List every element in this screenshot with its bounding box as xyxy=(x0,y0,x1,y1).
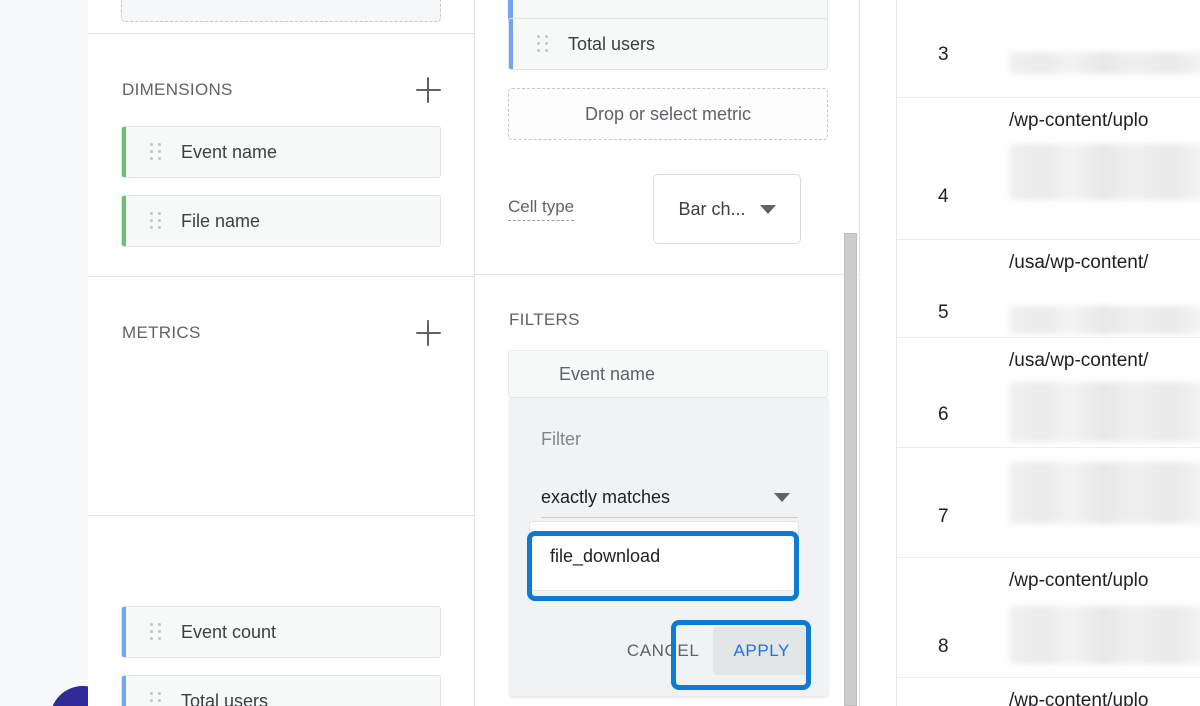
dimensions-title: DIMENSIONS xyxy=(122,80,233,99)
table-row-rank: 4 xyxy=(938,186,949,207)
table-row-rank: 7 xyxy=(938,506,949,527)
redacted-content xyxy=(1009,382,1200,442)
dimension-chip-event-name[interactable]: Event name xyxy=(121,126,441,178)
cell-type-select[interactable]: Bar ch... xyxy=(653,174,801,244)
drag-handle-icon[interactable] xyxy=(150,212,164,230)
drag-handle-icon[interactable] xyxy=(537,35,551,53)
cell-type-label: Cell type xyxy=(508,197,575,221)
cancel-button[interactable]: CANCEL xyxy=(617,629,710,673)
apply-button[interactable]: APPLY xyxy=(713,627,810,675)
variables-panel: DIMENSIONS Event name File name METRICS … xyxy=(88,0,475,706)
tab-metric-chip-total-users[interactable]: Total users xyxy=(508,18,828,70)
table-row[interactable]: 5/usa/wp-content/ xyxy=(896,240,1200,338)
table-row-path: /wp-content/uplo xyxy=(1009,570,1149,591)
filter-value-text: file_download xyxy=(550,545,661,566)
table-row-rank: 8 xyxy=(938,636,949,657)
metrics-section: METRICS Event count Total users xyxy=(88,277,475,706)
filter-chip-event-name[interactable]: Event name xyxy=(508,350,828,398)
filter-chip-label: Event name xyxy=(559,363,656,384)
table-row-rank: 3 xyxy=(938,44,949,65)
table-row-path: /wp-content/uplo xyxy=(1009,690,1149,706)
tab-settings-divider xyxy=(475,274,859,275)
redacted-content xyxy=(1009,144,1200,200)
filter-value-input[interactable]: file_download xyxy=(529,521,799,591)
filter-panel-actions: CANCEL APPLY xyxy=(510,620,828,682)
table-row[interactable]: 7 xyxy=(896,448,1200,558)
dimensions-header: DIMENSIONS xyxy=(122,77,441,103)
redacted-content xyxy=(1009,462,1200,524)
metric-dropzone[interactable]: Drop or select metric xyxy=(508,88,828,140)
table-row-rank: 5 xyxy=(938,302,949,323)
filter-match-type-value: exactly matches xyxy=(541,487,671,507)
dimensions-section: DIMENSIONS Event name File name xyxy=(88,34,475,277)
drag-handle-icon[interactable] xyxy=(150,143,164,161)
redacted-content xyxy=(1009,306,1200,334)
metrics-header: METRICS xyxy=(122,320,441,346)
table-left-border xyxy=(896,0,897,706)
table-row[interactable]: 4/wp-content/uplo xyxy=(896,98,1200,240)
table-row-rank: 6 xyxy=(938,404,949,425)
left-rail xyxy=(0,0,116,706)
cell-type-row: Cell type Bar ch... xyxy=(508,174,828,244)
variables-top-section xyxy=(88,0,475,34)
table-row-path: /usa/wp-content/ xyxy=(1009,350,1149,371)
metric-dropzone-label: Drop or select metric xyxy=(584,103,752,124)
tab-settings-scrollbar-thumb[interactable] xyxy=(844,233,857,706)
cell-type-value: Bar ch... xyxy=(678,198,746,219)
filter-editor-label: Filter xyxy=(541,429,581,449)
dimension-chip-label: Event name xyxy=(181,141,278,162)
tab-metric-chip-label: Total users xyxy=(568,33,656,54)
table-row-path: /wp-content/uplo xyxy=(1009,110,1149,131)
dimension-accent-bar xyxy=(122,127,126,177)
filters-title: FILTERS xyxy=(509,310,580,329)
redacted-content xyxy=(1009,606,1200,664)
chevron-down-icon xyxy=(759,204,776,214)
app-root: DIMENSIONS Event name File name METRICS … xyxy=(0,0,1200,706)
table-row[interactable]: 8/wp-content/uplo xyxy=(896,558,1200,678)
table-row[interactable]: /wp-content/uplo xyxy=(896,678,1200,706)
metric-accent-bar xyxy=(509,19,513,69)
table-row[interactable]: 3/wp-content/uplo xyxy=(896,0,1200,98)
filter-match-type-select[interactable]: exactly matches xyxy=(541,478,798,518)
add-metric-icon[interactable] xyxy=(415,320,441,346)
table-row-path: /usa/wp-content/ xyxy=(1009,252,1149,273)
add-dimension-icon[interactable] xyxy=(415,77,441,103)
table-row[interactable]: 6/usa/wp-content/ xyxy=(896,338,1200,448)
filter-editor-panel: Filter exactly matches file_download CAN… xyxy=(510,398,828,696)
metrics-title: METRICS xyxy=(122,323,201,342)
redacted-content xyxy=(1009,52,1200,74)
variables-empty-area xyxy=(88,516,475,706)
dimension-accent-bar xyxy=(122,196,126,246)
chevron-down-icon xyxy=(774,493,790,502)
results-table: 3/wp-content/uplo4/wp-content/uplo5/usa/… xyxy=(896,0,1200,706)
dimension-chip-file-name[interactable]: File name xyxy=(121,195,441,247)
dimension-dropzone-partial[interactable] xyxy=(121,0,441,22)
dimension-chip-label: File name xyxy=(181,210,261,231)
